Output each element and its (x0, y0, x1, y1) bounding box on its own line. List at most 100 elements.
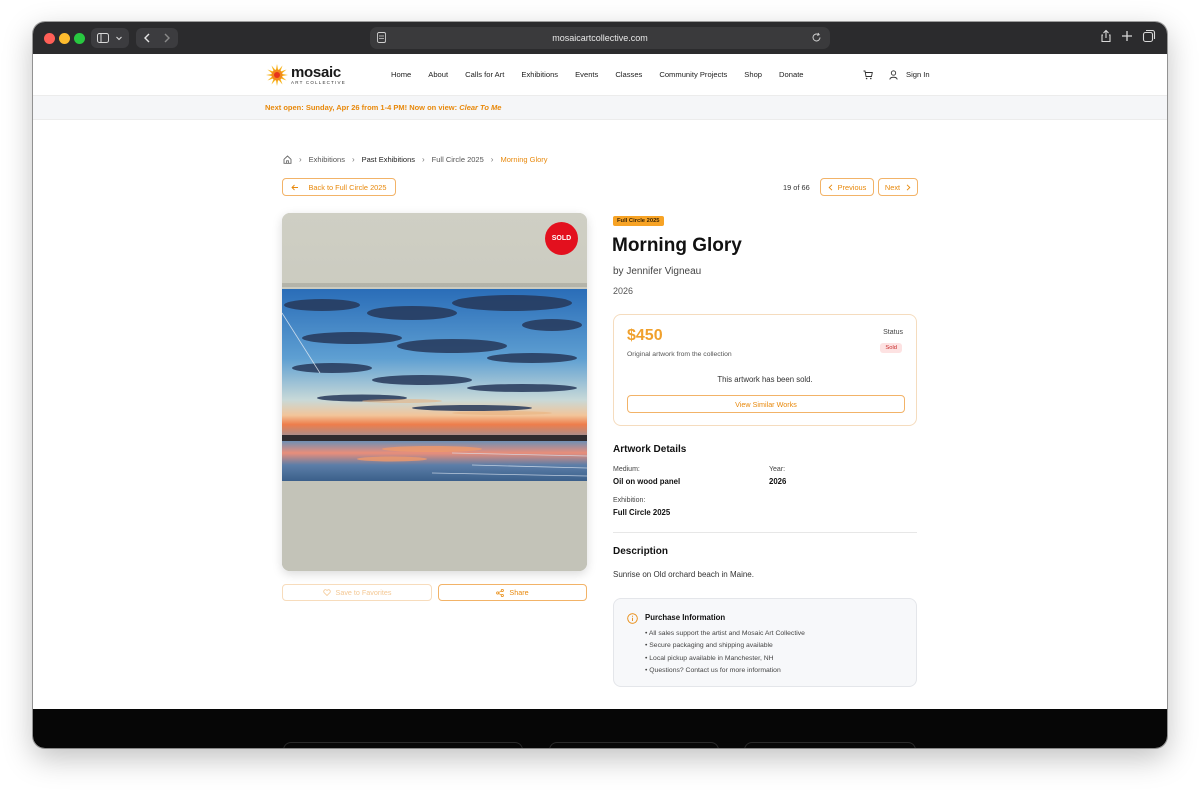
status-label: Status (883, 329, 903, 336)
banner-text: Next open: Sunday, Apr 26 from 1-4 PM! N… (265, 103, 460, 112)
tab-overview-icon[interactable] (1142, 29, 1156, 43)
nav-calls-for-art[interactable]: Calls for Art (465, 70, 504, 79)
list-item: • All sales support the artist and Mosai… (645, 630, 805, 637)
browser-window: mosaicartcollective.com mosaic ART COLLE… (33, 22, 1167, 748)
exhibition-value: Full Circle 2025 (613, 508, 671, 517)
exhibition-label: Exhibition: (613, 497, 646, 504)
breadcrumb-past-exhibitions[interactable]: Past Exhibitions (362, 155, 415, 164)
nav-shop[interactable]: Shop (744, 70, 762, 79)
home-icon[interactable] (283, 155, 292, 164)
footer-card (549, 742, 719, 748)
artwork-title: Morning Glory (612, 235, 742, 256)
artwork-details-heading: Artwork Details (613, 444, 687, 455)
chevron-right-icon: › (351, 155, 355, 164)
previous-label: Previous (837, 182, 867, 192)
view-similar-works-button[interactable]: View Similar Works (627, 395, 905, 413)
web-page: mosaic ART COLLECTIVE Home About Calls f… (33, 54, 1167, 748)
reload-icon[interactable] (811, 32, 822, 43)
nav-donate[interactable]: Donate (779, 70, 804, 79)
price-card: $450 Original artwork from the collectio… (613, 314, 917, 426)
artwork-position-counter: 19 of 66 (783, 183, 810, 192)
new-tab-icon[interactable] (1120, 29, 1134, 43)
status-badge: Sold (880, 343, 902, 353)
description-heading: Description (613, 546, 669, 557)
next-artwork-button[interactable]: Next (878, 178, 918, 196)
mosaic-burst-logo-icon (266, 64, 288, 86)
artwork-year: 2026 (613, 286, 634, 296)
chevron-down-icon (116, 36, 122, 41)
heart-icon (322, 589, 331, 596)
nav-events[interactable]: Events (575, 70, 598, 79)
description-text: Sunrise on Old orchard beach in Maine. (613, 570, 754, 579)
chevron-left-icon (828, 183, 832, 191)
list-item: • Secure packaging and shipping availabl… (645, 642, 773, 650)
page-settings-icon[interactable] (377, 32, 386, 43)
minimize-window-button[interactable] (59, 33, 70, 44)
close-window-button[interactable] (44, 33, 55, 44)
nav-community-projects[interactable]: Community Projects (659, 70, 727, 79)
nav-about[interactable]: About (428, 70, 448, 79)
zoom-window-button[interactable] (74, 33, 85, 44)
site-logo[interactable]: mosaic ART COLLECTIVE (265, 63, 346, 87)
artist-name: by Jennifer Vigneau (613, 266, 702, 277)
chevron-right-icon: › (422, 155, 425, 164)
save-to-favorites-label: Save to Favorites (335, 588, 392, 597)
chevron-right-icon: › (299, 155, 302, 164)
previous-artwork-button[interactable]: Previous (820, 178, 874, 196)
logo-tagline: ART COLLECTIVE (291, 79, 346, 85)
forward-arrow-icon[interactable] (163, 33, 171, 43)
share-nodes-icon (496, 588, 505, 597)
year-label: Year: (769, 466, 786, 473)
medium-label: Medium: (613, 466, 640, 473)
list-item: • Questions? Contact us for more informa… (645, 666, 781, 674)
nav-home[interactable]: Home (391, 70, 411, 79)
breadcrumb-current: Morning Glory (500, 155, 548, 164)
nav-classes[interactable]: Classes (615, 70, 642, 79)
section-divider (613, 532, 917, 533)
sold-badge: SOLD (545, 222, 578, 255)
chevron-right-icon: › (490, 155, 494, 164)
history-nav (136, 28, 178, 48)
exhibition-tag[interactable]: Full Circle 2025 (613, 216, 664, 226)
purchase-info-list: • All sales support the artist and Mosai… (645, 628, 805, 677)
back-arrow-icon[interactable] (143, 33, 151, 43)
banner-exhibition-link[interactable]: Clear To Me (459, 103, 501, 112)
artwork-price: $450 (627, 327, 663, 344)
cart-icon[interactable] (863, 70, 873, 80)
url-text: mosaicartcollective.com (552, 33, 648, 43)
share-artwork-button[interactable]: Share (438, 584, 587, 601)
chevron-right-icon (906, 183, 911, 191)
save-to-favorites-button[interactable]: Save to Favorites (282, 584, 432, 601)
logo-wordmark: mosaic (291, 63, 341, 81)
sunrise-painting-illustration (282, 213, 587, 571)
sidebar-icon (97, 33, 109, 43)
artwork-image[interactable] (282, 213, 587, 571)
sign-in-link[interactable]: Sign In (906, 70, 930, 79)
share-label: Share (509, 588, 529, 597)
share-icon[interactable] (1099, 29, 1113, 43)
browser-titlebar: mosaicartcollective.com (33, 22, 1167, 54)
site-footer (33, 709, 1167, 748)
breadcrumb-exhibitions[interactable]: Exhibitions (309, 155, 345, 164)
medium-value: Oil on wood panel (613, 477, 681, 486)
site-header: mosaic ART COLLECTIVE Home About Calls f… (33, 54, 1167, 96)
main-nav: Home About Calls for Art Exhibitions Eve… (391, 70, 821, 79)
info-icon (627, 613, 638, 624)
price-subtitle: Original artwork from the collection (627, 351, 732, 358)
breadcrumb-full-circle[interactable]: Full Circle 2025 (432, 155, 484, 164)
announcement-banner: Next open: Sunday, Apr 26 from 1-4 PM! N… (33, 96, 1167, 120)
purchase-info-title: Purchase Information (645, 613, 726, 622)
user-icon[interactable] (889, 70, 898, 80)
address-bar[interactable]: mosaicartcollective.com (370, 27, 830, 49)
sidebar-toggle-button[interactable] (91, 28, 129, 48)
nav-exhibitions[interactable]: Exhibitions (521, 70, 558, 79)
list-item: • Local pickup available in Manchester, … (645, 654, 774, 662)
back-to-exhibition-button[interactable]: Back to Full Circle 2025 (282, 178, 396, 196)
next-label: Next (884, 182, 901, 192)
arrow-left-icon (291, 184, 299, 190)
footer-card (744, 742, 916, 748)
sold-message: This artwork has been sold. (717, 375, 813, 384)
breadcrumb: › Exhibitions › Past Exhibitions › Full … (283, 155, 548, 164)
year-value: 2026 (769, 477, 787, 486)
purchase-info-card: Purchase Information • All sales support… (613, 598, 917, 687)
